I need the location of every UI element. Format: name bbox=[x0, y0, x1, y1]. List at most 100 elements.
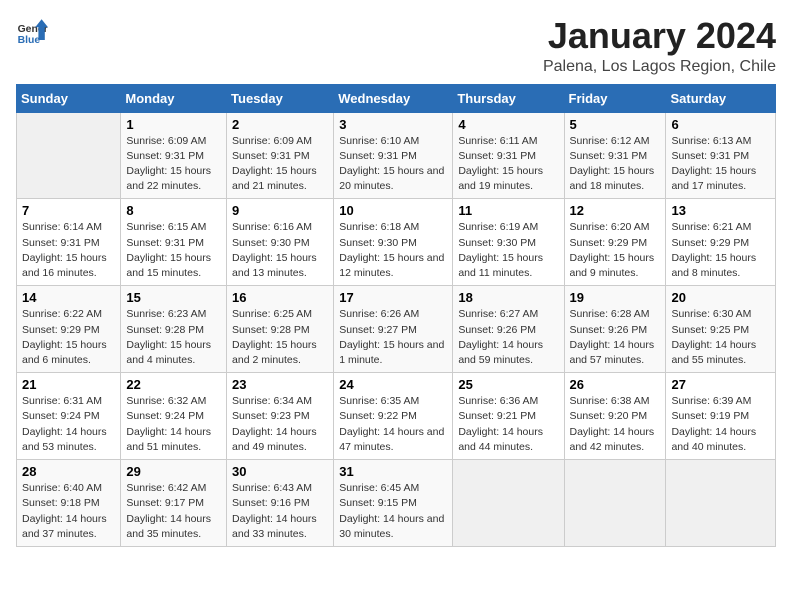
day-info: Sunrise: 6:30 AMSunset: 9:25 PMDaylight:… bbox=[671, 307, 770, 368]
day-number: 21 bbox=[22, 377, 115, 392]
day-number: 3 bbox=[339, 117, 447, 132]
day-info: Sunrise: 6:45 AMSunset: 9:15 PMDaylight:… bbox=[339, 481, 447, 542]
calendar-cell: 11 Sunrise: 6:19 AMSunset: 9:30 PMDayligh… bbox=[453, 199, 564, 286]
day-info: Sunrise: 6:25 AMSunset: 9:28 PMDaylight:… bbox=[232, 307, 328, 368]
day-info: Sunrise: 6:36 AMSunset: 9:21 PMDaylight:… bbox=[458, 394, 558, 455]
calendar-cell: 30 Sunrise: 6:43 AMSunset: 9:16 PMDayligh… bbox=[227, 460, 334, 547]
logo: General Blue bbox=[16, 16, 48, 48]
day-number: 12 bbox=[570, 203, 661, 218]
calendar-cell bbox=[666, 460, 776, 547]
calendar-cell: 22Sunrise: 6:32 AMSunset: 9:24 PMDayligh… bbox=[121, 373, 227, 460]
day-info: Sunrise: 6:38 AMSunset: 9:20 PMDaylight:… bbox=[570, 394, 661, 455]
day-info: Sunrise: 6:34 AMSunset: 9:23 PMDaylight:… bbox=[232, 394, 328, 455]
day-info: Sunrise: 6:21 AMSunset: 9:29 PMDaylight:… bbox=[671, 220, 770, 281]
day-number: 7 bbox=[22, 203, 115, 218]
calendar-cell: 23Sunrise: 6:34 AMSunset: 9:23 PMDayligh… bbox=[227, 373, 334, 460]
day-info: Sunrise: 6:28 AMSunset: 9:26 PMDaylight:… bbox=[570, 307, 661, 368]
calendar-cell: 7Sunrise: 6:14 AMSunset: 9:31 PMDaylight… bbox=[17, 199, 121, 286]
day-number: 28 bbox=[22, 464, 115, 479]
day-number: 22 bbox=[126, 377, 221, 392]
day-number: 1 bbox=[126, 117, 221, 132]
calendar-cell bbox=[453, 460, 564, 547]
calendar-cell: 20 Sunrise: 6:30 AMSunset: 9:25 PMDayligh… bbox=[666, 286, 776, 373]
calendar-cell: 8 Sunrise: 6:15 AMSunset: 9:31 PMDaylight… bbox=[121, 199, 227, 286]
day-info: Sunrise: 6:09 AMSunset: 9:31 PMDaylight:… bbox=[126, 134, 221, 195]
week-row-4: 21 Sunrise: 6:31 AMSunset: 9:24 PMDayligh… bbox=[17, 373, 776, 460]
calendar-cell: 6 Sunrise: 6:13 AMSunset: 9:31 PMDaylight… bbox=[666, 112, 776, 199]
day-info: Sunrise: 6:09 AMSunset: 9:31 PMDaylight:… bbox=[232, 134, 328, 195]
day-number: 25 bbox=[458, 377, 558, 392]
day-info: Sunrise: 6:22 AMSunset: 9:29 PMDaylight:… bbox=[22, 307, 115, 368]
weekday-header-row: SundayMondayTuesdayWednesdayThursdayFrid… bbox=[17, 84, 776, 112]
day-info: Sunrise: 6:26 AMSunset: 9:27 PMDaylight:… bbox=[339, 307, 447, 368]
logo-icon: General Blue bbox=[16, 16, 48, 48]
calendar-cell: 13 Sunrise: 6:21 AMSunset: 9:29 PMDayligh… bbox=[666, 199, 776, 286]
day-number: 20 bbox=[671, 290, 770, 305]
day-number: 17 bbox=[339, 290, 447, 305]
week-row-5: 28Sunrise: 6:40 AMSunset: 9:18 PMDayligh… bbox=[17, 460, 776, 547]
day-info: Sunrise: 6:20 AMSunset: 9:29 PMDaylight:… bbox=[570, 220, 661, 281]
calendar-cell: 21 Sunrise: 6:31 AMSunset: 9:24 PMDayligh… bbox=[17, 373, 121, 460]
day-info: Sunrise: 6:43 AMSunset: 9:16 PMDaylight:… bbox=[232, 481, 328, 542]
calendar-cell: 17 Sunrise: 6:26 AMSunset: 9:27 PMDayligh… bbox=[334, 286, 453, 373]
day-info: Sunrise: 6:19 AMSunset: 9:30 PMDaylight:… bbox=[458, 220, 558, 281]
calendar-cell bbox=[17, 112, 121, 199]
calendar-cell: 31 Sunrise: 6:45 AMSunset: 9:15 PMDayligh… bbox=[334, 460, 453, 547]
day-number: 6 bbox=[671, 117, 770, 132]
day-info: Sunrise: 6:10 AMSunset: 9:31 PMDaylight:… bbox=[339, 134, 447, 195]
day-number: 16 bbox=[232, 290, 328, 305]
weekday-header-sunday: Sunday bbox=[17, 84, 121, 112]
calendar-cell: 10Sunrise: 6:18 AMSunset: 9:30 PMDayligh… bbox=[334, 199, 453, 286]
day-info: Sunrise: 6:39 AMSunset: 9:19 PMDaylight:… bbox=[671, 394, 770, 455]
day-number: 13 bbox=[671, 203, 770, 218]
week-row-2: 7Sunrise: 6:14 AMSunset: 9:31 PMDaylight… bbox=[17, 199, 776, 286]
day-number: 11 bbox=[458, 203, 558, 218]
day-info: Sunrise: 6:16 AMSunset: 9:30 PMDaylight:… bbox=[232, 220, 328, 281]
calendar-cell: 28Sunrise: 6:40 AMSunset: 9:18 PMDayligh… bbox=[17, 460, 121, 547]
day-number: 10 bbox=[339, 203, 447, 218]
calendar-cell: 26 Sunrise: 6:38 AMSunset: 9:20 PMDayligh… bbox=[564, 373, 666, 460]
calendar-cell: 24 Sunrise: 6:35 AMSunset: 9:22 PMDayligh… bbox=[334, 373, 453, 460]
calendar-cell: 14 Sunrise: 6:22 AMSunset: 9:29 PMDayligh… bbox=[17, 286, 121, 373]
weekday-header-friday: Friday bbox=[564, 84, 666, 112]
calendar-cell: 29Sunrise: 6:42 AMSunset: 9:17 PMDayligh… bbox=[121, 460, 227, 547]
calendar-cell: 2 Sunrise: 6:09 AMSunset: 9:31 PMDaylight… bbox=[227, 112, 334, 199]
week-row-1: 1 Sunrise: 6:09 AMSunset: 9:31 PMDaylight… bbox=[17, 112, 776, 199]
calendar-cell: 4 Sunrise: 6:11 AMSunset: 9:31 PMDaylight… bbox=[453, 112, 564, 199]
day-info: Sunrise: 6:35 AMSunset: 9:22 PMDaylight:… bbox=[339, 394, 447, 455]
day-info: Sunrise: 6:11 AMSunset: 9:31 PMDaylight:… bbox=[458, 134, 558, 195]
weekday-header-saturday: Saturday bbox=[666, 84, 776, 112]
day-number: 9 bbox=[232, 203, 328, 218]
day-number: 18 bbox=[458, 290, 558, 305]
day-number: 31 bbox=[339, 464, 447, 479]
calendar-cell bbox=[564, 460, 666, 547]
calendar-cell: 9 Sunrise: 6:16 AMSunset: 9:30 PMDaylight… bbox=[227, 199, 334, 286]
calendar-cell: 25 Sunrise: 6:36 AMSunset: 9:21 PMDayligh… bbox=[453, 373, 564, 460]
day-number: 15 bbox=[126, 290, 221, 305]
calendar-cell: 18 Sunrise: 6:27 AMSunset: 9:26 PMDayligh… bbox=[453, 286, 564, 373]
location-title: Palena, Los Lagos Region, Chile bbox=[543, 58, 776, 76]
day-number: 24 bbox=[339, 377, 447, 392]
weekday-header-monday: Monday bbox=[121, 84, 227, 112]
day-number: 30 bbox=[232, 464, 328, 479]
day-info: Sunrise: 6:42 AMSunset: 9:17 PMDaylight:… bbox=[126, 481, 221, 542]
day-info: Sunrise: 6:27 AMSunset: 9:26 PMDaylight:… bbox=[458, 307, 558, 368]
calendar-cell: 19 Sunrise: 6:28 AMSunset: 9:26 PMDayligh… bbox=[564, 286, 666, 373]
day-number: 14 bbox=[22, 290, 115, 305]
svg-text:Blue: Blue bbox=[18, 35, 41, 46]
day-info: Sunrise: 6:15 AMSunset: 9:31 PMDaylight:… bbox=[126, 220, 221, 281]
day-info: Sunrise: 6:31 AMSunset: 9:24 PMDaylight:… bbox=[22, 394, 115, 455]
calendar-cell: 1 Sunrise: 6:09 AMSunset: 9:31 PMDaylight… bbox=[121, 112, 227, 199]
month-title: January 2024 bbox=[543, 16, 776, 56]
day-info: Sunrise: 6:12 AMSunset: 9:31 PMDaylight:… bbox=[570, 134, 661, 195]
day-info: Sunrise: 6:13 AMSunset: 9:31 PMDaylight:… bbox=[671, 134, 770, 195]
day-number: 19 bbox=[570, 290, 661, 305]
day-number: 2 bbox=[232, 117, 328, 132]
calendar-cell: 12 Sunrise: 6:20 AMSunset: 9:29 PMDayligh… bbox=[564, 199, 666, 286]
day-number: 26 bbox=[570, 377, 661, 392]
title-block: January 2024 Palena, Los Lagos Region, C… bbox=[543, 16, 776, 76]
day-number: 8 bbox=[126, 203, 221, 218]
weekday-header-tuesday: Tuesday bbox=[227, 84, 334, 112]
day-number: 27 bbox=[671, 377, 770, 392]
day-number: 4 bbox=[458, 117, 558, 132]
